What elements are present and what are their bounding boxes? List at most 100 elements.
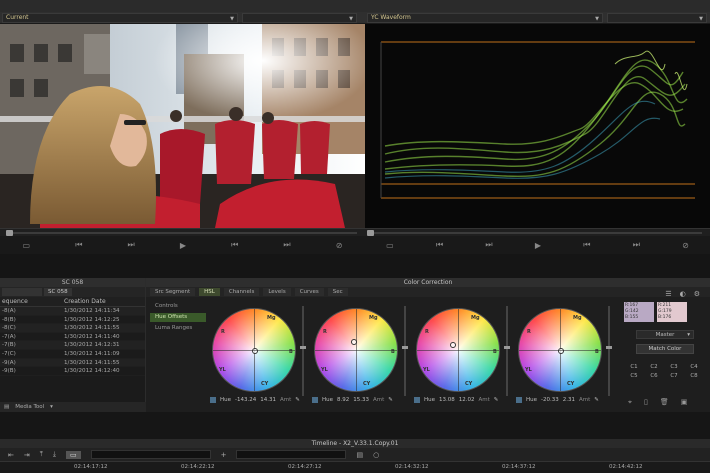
table-row[interactable]: -8(B) 1/30/2012 14:12:25	[0, 316, 145, 325]
right-viewer-menu[interactable]: YC Waveform ▼	[367, 12, 603, 23]
channel-button-c3[interactable]: C3	[666, 364, 682, 370]
mark-in-icon[interactable]: ⏮	[583, 240, 590, 250]
monitor-icon[interactable]: ▭	[386, 241, 394, 250]
wheel-4-hue-value[interactable]: -20.33	[541, 397, 559, 403]
side-item-controls[interactable]: Controls	[150, 302, 206, 311]
track-select-icon[interactable]: ⇤	[8, 451, 14, 459]
table-row[interactable]: -8(A) 1/30/2012 14:11:34	[0, 307, 145, 316]
bin-menu-icon[interactable]: ▤	[4, 404, 9, 410]
timeline-menu-icon[interactable]: ▤	[356, 451, 363, 459]
wheel-2-level-slider[interactable]	[402, 306, 408, 396]
monitor-icon[interactable]: ▭	[23, 241, 31, 250]
hue-wheel-1[interactable]: R Mg B CY YL	[212, 308, 296, 392]
mark-out-icon[interactable]: ⏭	[283, 240, 290, 250]
table-row[interactable]: -7(A) 1/30/2012 14:11:40	[0, 333, 145, 342]
step-back-icon[interactable]: ⏮	[75, 240, 82, 250]
column-creation-date-header[interactable]: Creation Date	[60, 297, 145, 306]
record-icon[interactable]: ○	[373, 451, 379, 459]
table-row[interactable]: -7(C) 1/30/2012 14:11:09	[0, 350, 145, 359]
wheel-1-hue-value[interactable]: -143.24	[235, 397, 256, 403]
scrub-track[interactable]	[8, 232, 357, 234]
hue-wheel-3[interactable]: R Mg B CY YL	[416, 308, 500, 392]
wheel-2-hue-value[interactable]: 8.92	[337, 397, 349, 403]
wheel-1-level-slider[interactable]	[300, 306, 306, 396]
delete-icon[interactable]: 🗑	[660, 398, 669, 407]
overwrite-icon[interactable]: ⤓	[53, 450, 56, 459]
bypass-icon[interactable]: ⊘	[682, 241, 689, 250]
timeline-timecode-field[interactable]	[236, 450, 347, 459]
source-video-frame[interactable]	[0, 24, 365, 228]
table-row[interactable]: -9(B) 1/30/2012 14:12:40	[0, 367, 145, 376]
timeline-ruler[interactable]: 02:14:17:12 02:14:22:12 02:14:27:12 02:1…	[0, 461, 710, 473]
channel-button-c5[interactable]: C5	[626, 373, 642, 379]
wheel-3-sat-value[interactable]: 12.02	[459, 397, 475, 403]
scrub-track[interactable]	[373, 232, 702, 234]
eyedropper-icon[interactable]: ✎	[494, 397, 499, 403]
tab-src-segment[interactable]: Src Segment	[150, 288, 196, 296]
tab-sec[interactable]: Sec	[327, 288, 348, 296]
palette-icon[interactable]: ◐	[680, 290, 686, 298]
table-row[interactable]: -9(A) 1/30/2012 14:11:55	[0, 358, 145, 368]
wheel-4-sat-value[interactable]: 2.31	[563, 397, 575, 403]
record-scrub-bar[interactable]	[365, 228, 710, 236]
input-color-swatch[interactable]: R:167 G:142 B:155	[624, 302, 654, 322]
wheel-3-level-slider[interactable]	[504, 306, 510, 396]
channel-button-c4[interactable]: C4	[686, 364, 702, 370]
bypass-icon[interactable]: ⊘	[336, 241, 343, 250]
save-icon[interactable]: ▣	[681, 398, 688, 407]
channel-button-c8[interactable]: C8	[686, 373, 702, 379]
step-forward-icon[interactable]: ⏭	[128, 240, 135, 250]
mark-in-icon[interactable]: ⏮	[231, 240, 238, 250]
left-viewer-secondary-menu[interactable]: ▼	[242, 12, 357, 23]
eyedropper-icon[interactable]: ✎	[295, 397, 300, 403]
step-forward-icon[interactable]: ⏭	[485, 240, 492, 250]
tab-hsl[interactable]: HSL	[199, 288, 220, 296]
wheel-puck[interactable]	[351, 339, 357, 345]
wheel-1-sat-value[interactable]: 14.31	[260, 397, 276, 403]
right-viewer-secondary-menu[interactable]: ▼	[607, 12, 707, 23]
media-tool-button[interactable]: Media Tool	[15, 404, 44, 410]
settings-icon[interactable]: ⚙	[694, 290, 700, 298]
wheel-puck[interactable]	[252, 348, 258, 354]
channel-button-c7[interactable]: C7	[666, 373, 682, 379]
play-icon[interactable]: ▶	[180, 241, 186, 250]
add-icon[interactable]: +	[221, 451, 227, 459]
output-color-swatch[interactable]: R:211 G:179 B:176	[657, 302, 687, 322]
wheel-4-level-slider[interactable]	[606, 306, 612, 396]
channel-button-c1[interactable]: C1	[626, 364, 642, 370]
segment-mode-icon[interactable]: ▭	[65, 450, 81, 459]
side-item-luma-ranges[interactable]: Luma Ranges	[150, 324, 206, 333]
lift-icon[interactable]: ⇥	[24, 451, 30, 459]
channel-button-c6[interactable]: C6	[646, 373, 662, 379]
side-item-hue-offsets[interactable]: Hue Offsets	[150, 313, 206, 322]
wheel-puck[interactable]	[558, 348, 564, 354]
eyedropper-icon[interactable]: ✎	[388, 397, 393, 403]
table-row[interactable]: -7(B) 1/30/2012 14:12:31	[0, 341, 145, 350]
channel-button-c2[interactable]: C2	[646, 364, 662, 370]
left-viewer-menu[interactable]: Current ▼	[2, 12, 238, 23]
table-row[interactable]: -8(C) 1/30/2012 14:11:55	[0, 324, 145, 333]
play-icon[interactable]: ▶	[535, 241, 541, 250]
wheel-puck[interactable]	[450, 342, 456, 348]
master-select[interactable]: Master ▾	[636, 330, 694, 339]
tab-sc-058[interactable]: SC 058	[44, 288, 72, 296]
match-color-button[interactable]: Match Color	[636, 344, 694, 354]
source-scrub-bar[interactable]	[0, 228, 365, 236]
tab-levels[interactable]: Levels	[263, 288, 291, 296]
wheel-2-sat-value[interactable]: 15.33	[353, 397, 369, 403]
eyedropper-icon[interactable]: ✎	[594, 397, 599, 403]
mark-out-icon[interactable]: ⏭	[633, 240, 640, 250]
chevron-down-icon[interactable]: ▾	[50, 404, 53, 410]
timeline-search-field[interactable]	[90, 450, 211, 459]
hue-wheel-2[interactable]: R Mg B CY YL	[314, 308, 398, 392]
tab-sequence[interactable]	[2, 288, 42, 296]
column-name-header[interactable]: equence	[0, 297, 60, 306]
wheel-3-hue-value[interactable]: 13.08	[439, 397, 455, 403]
step-back-icon[interactable]: ⏮	[436, 240, 443, 250]
reset-icon[interactable]: ⌖	[628, 398, 632, 407]
tab-channels[interactable]: Channels	[223, 288, 260, 296]
extract-icon[interactable]: ⤒	[40, 450, 43, 459]
list-icon[interactable]: ☰	[665, 290, 671, 298]
bookmark-icon[interactable]: ▯	[644, 398, 648, 407]
tab-curves[interactable]: Curves	[294, 288, 324, 296]
